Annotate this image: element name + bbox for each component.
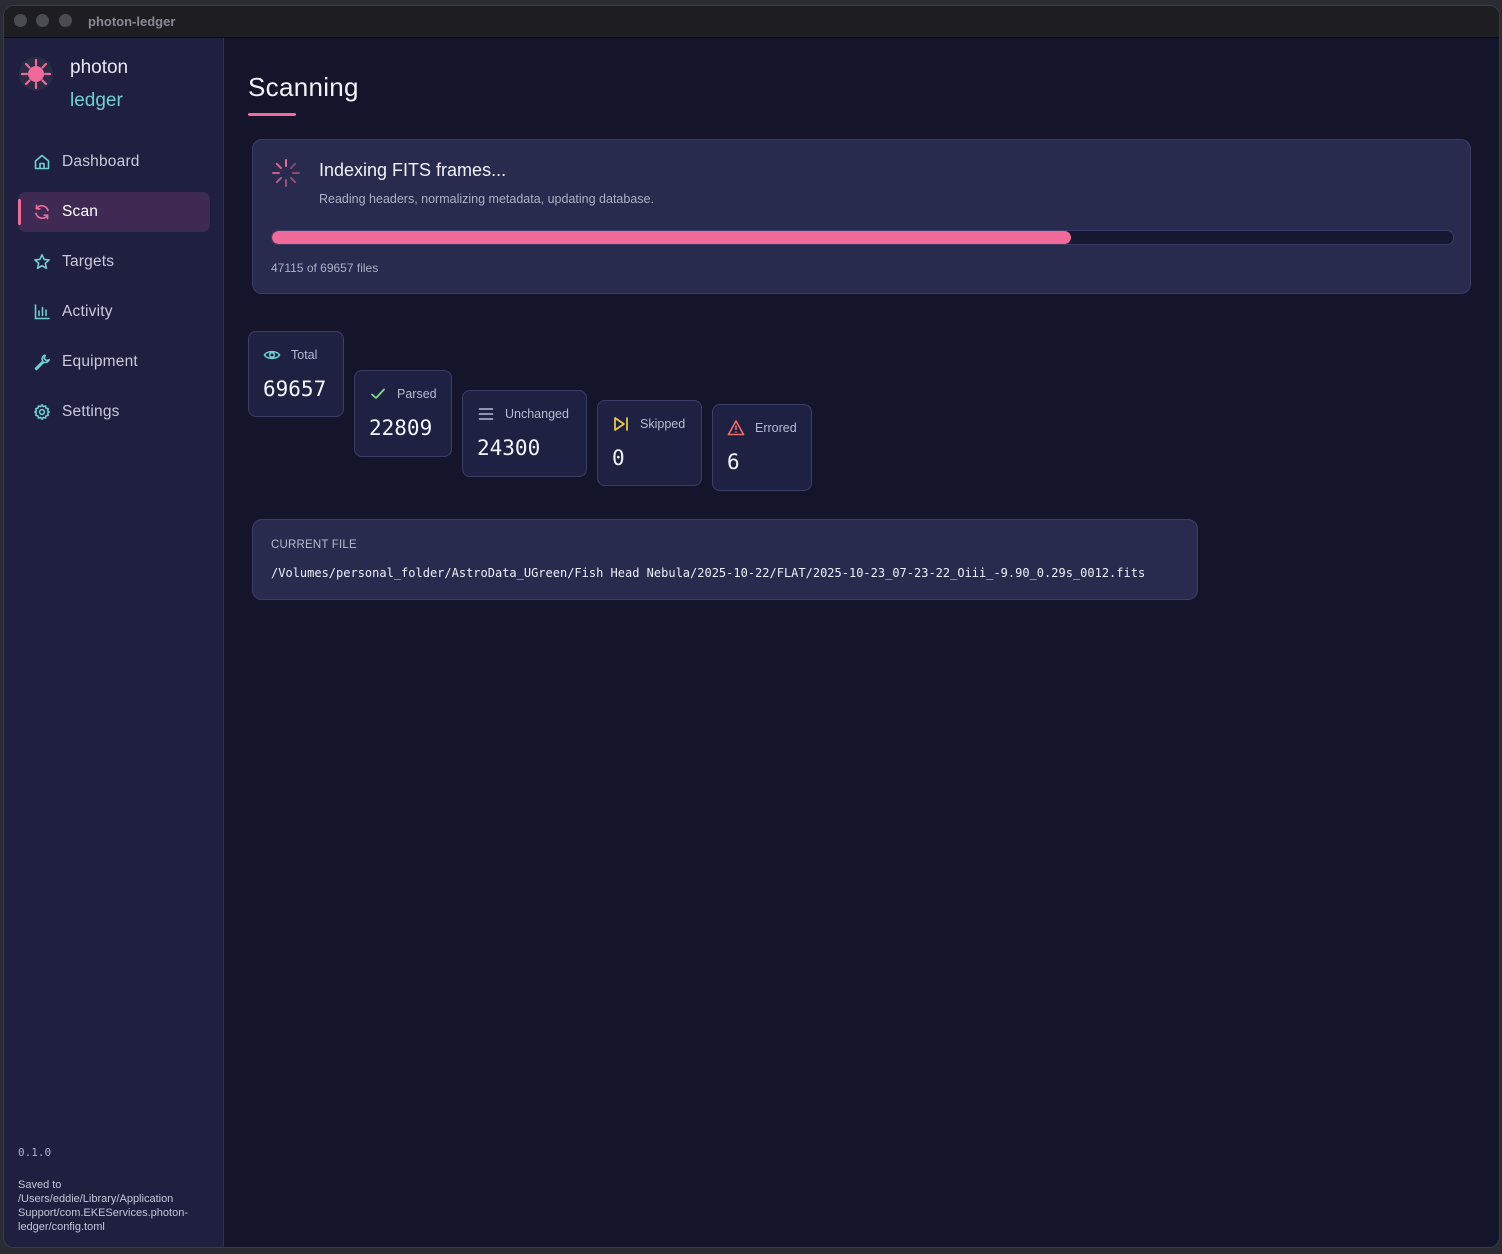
progress-count: 47115 of 69657 files	[271, 261, 379, 275]
title-bar: photon-ledger	[4, 6, 1499, 38]
title-underline	[248, 113, 296, 116]
stat-label: Errored	[755, 421, 797, 435]
progress-bar	[271, 230, 1454, 245]
app-window: photon-ledger photon ledger Dashboard Sc…	[4, 6, 1499, 1247]
star-icon	[34, 254, 50, 270]
sidebar-item-label: Scan	[62, 203, 99, 220]
stat-value: 0	[612, 446, 625, 470]
skip-icon	[614, 417, 628, 431]
stat-card-errored: Errored 6	[712, 404, 812, 491]
lines-icon	[478, 408, 494, 420]
gear-icon	[34, 404, 50, 420]
stat-card-total: Total 69657	[248, 331, 344, 417]
close-window-button[interactable]	[14, 14, 27, 27]
check-icon	[371, 388, 385, 399]
stat-value: 24300	[477, 436, 541, 460]
progress-bar-fill	[272, 231, 1071, 244]
eye-icon	[263, 350, 281, 360]
config-saved-path: Saved to /Users/eddie/Library/Applicatio…	[18, 1179, 188, 1233]
sidebar-item-label: Dashboard	[62, 153, 140, 170]
minimize-window-button[interactable]	[36, 14, 49, 27]
main-content: Scanning Indexing FITS frames... Reading…	[224, 38, 1499, 1247]
sidebar-item-scan[interactable]: Scan	[18, 192, 210, 232]
sidebar: photon ledger Dashboard Scan Targets Act…	[4, 38, 224, 1247]
app-version: 0.1.0	[18, 1146, 52, 1159]
home-icon	[34, 154, 50, 170]
brand-name-line1: photon	[70, 57, 129, 78]
stat-label: Unchanged	[505, 407, 569, 421]
scan-status-subtitle: Reading headers, normalizing metadata, u…	[319, 192, 654, 206]
current-file-card: CURRENT FILE /Volumes/personal_folder/As…	[252, 519, 1198, 600]
window-title: photon-ledger	[88, 14, 176, 29]
bar-chart-icon	[34, 304, 50, 320]
sidebar-item-label: Targets	[62, 253, 115, 270]
logo-icon	[19, 57, 53, 91]
sidebar-item-label: Activity	[62, 303, 113, 320]
current-file-path: /Volumes/personal_folder/AstroData_UGree…	[271, 566, 1146, 580]
stat-label: Skipped	[640, 417, 686, 431]
sidebar-item-label: Settings	[62, 403, 120, 420]
stat-value: 69657	[263, 377, 327, 401]
sidebar-item-equipment[interactable]: Equipment	[18, 342, 210, 382]
sidebar-item-label: Equipment	[62, 353, 138, 370]
refresh-icon	[35, 204, 49, 220]
spinner-icon	[272, 159, 300, 187]
stat-card-unchanged: Unchanged 24300	[462, 390, 587, 477]
brand-name-line2: ledger	[70, 90, 123, 111]
sidebar-item-settings[interactable]: Settings	[18, 392, 210, 432]
wrench-icon	[34, 354, 50, 371]
stat-card-parsed: Parsed 22809	[354, 370, 452, 457]
warning-icon	[727, 420, 745, 436]
scan-status-title: Indexing FITS frames...	[319, 160, 507, 180]
stat-card-skipped: Skipped 0	[597, 400, 702, 486]
scan-progress-card: Indexing FITS frames... Reading headers,…	[252, 139, 1471, 294]
current-file-label: CURRENT FILE	[271, 539, 357, 551]
sidebar-item-targets[interactable]: Targets	[18, 242, 210, 282]
stat-value: 6	[727, 450, 740, 474]
sidebar-item-activity[interactable]: Activity	[18, 292, 210, 332]
page-title: Scanning	[248, 72, 359, 102]
stat-value: 22809	[369, 416, 433, 440]
sidebar-item-dashboard[interactable]: Dashboard	[18, 142, 210, 182]
stat-label: Parsed	[397, 387, 437, 401]
stat-label: Total	[291, 348, 318, 362]
zoom-window-button[interactable]	[59, 14, 72, 27]
